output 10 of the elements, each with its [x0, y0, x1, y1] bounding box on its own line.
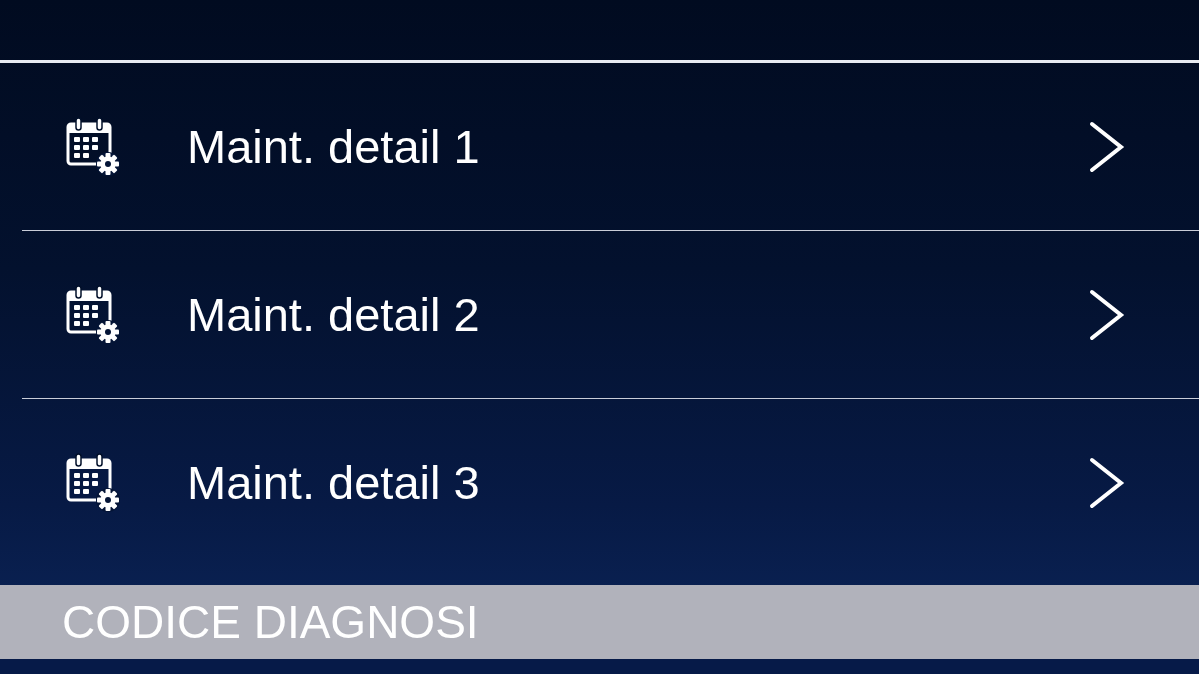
chevron-right-icon — [1089, 456, 1125, 509]
chevron-right-icon — [1089, 288, 1125, 341]
list-item[interactable]: Maint. detail 3 — [0, 399, 1199, 566]
calendar-gear-icon — [66, 452, 122, 513]
list-item[interactable]: Maint. detail 1 — [0, 63, 1199, 230]
section-header: CODICE DIAGNOSI — [0, 585, 1199, 659]
calendar-gear-icon — [66, 116, 122, 177]
chevron-right-icon — [1089, 120, 1125, 173]
calendar-gear-icon — [66, 284, 122, 345]
list-item[interactable]: Maint. detail 2 — [0, 231, 1199, 398]
